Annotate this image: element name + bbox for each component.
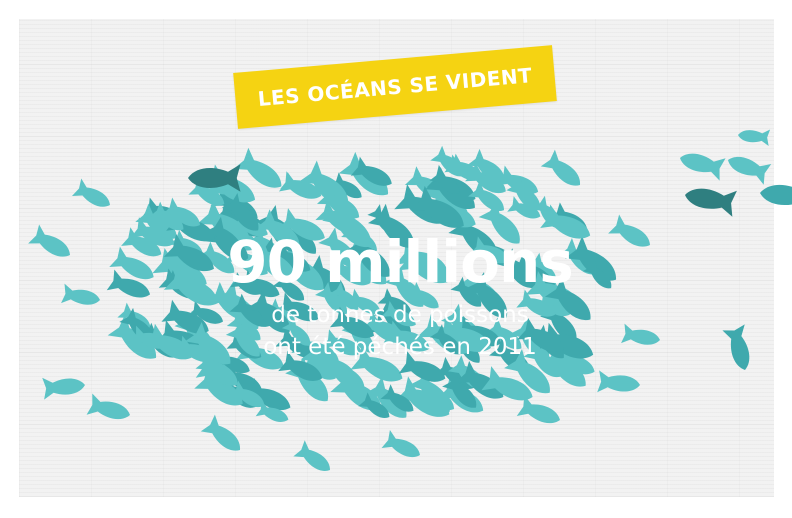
stray-fish	[677, 146, 726, 181]
headline-figure: 90 millions	[227, 228, 574, 296]
fish-shape	[71, 178, 115, 214]
stray-fish	[722, 324, 757, 373]
fish-shape	[381, 430, 425, 464]
stray-fish	[758, 179, 792, 212]
stray-fish	[724, 149, 772, 185]
fish-shape	[61, 283, 102, 310]
fish-shape	[540, 149, 588, 194]
fish-shape	[621, 323, 662, 350]
stray-fish	[737, 126, 771, 146]
fish-shape	[608, 214, 656, 255]
stray-fish	[682, 182, 737, 217]
banner-title: LES OCÉANS SE VIDENT	[256, 63, 534, 111]
headline-subtitle-line-2: ont été péchés en 2011	[263, 334, 537, 360]
fish-shape	[200, 414, 248, 459]
headline-subtitle-line-1: de tonnes de poissons	[271, 302, 529, 328]
fish-shape	[597, 370, 641, 396]
fish-shape	[42, 374, 86, 400]
fish-shape	[516, 395, 564, 431]
fish-shape	[86, 393, 133, 426]
fish-shape	[293, 440, 336, 479]
fish-shape	[28, 224, 76, 265]
